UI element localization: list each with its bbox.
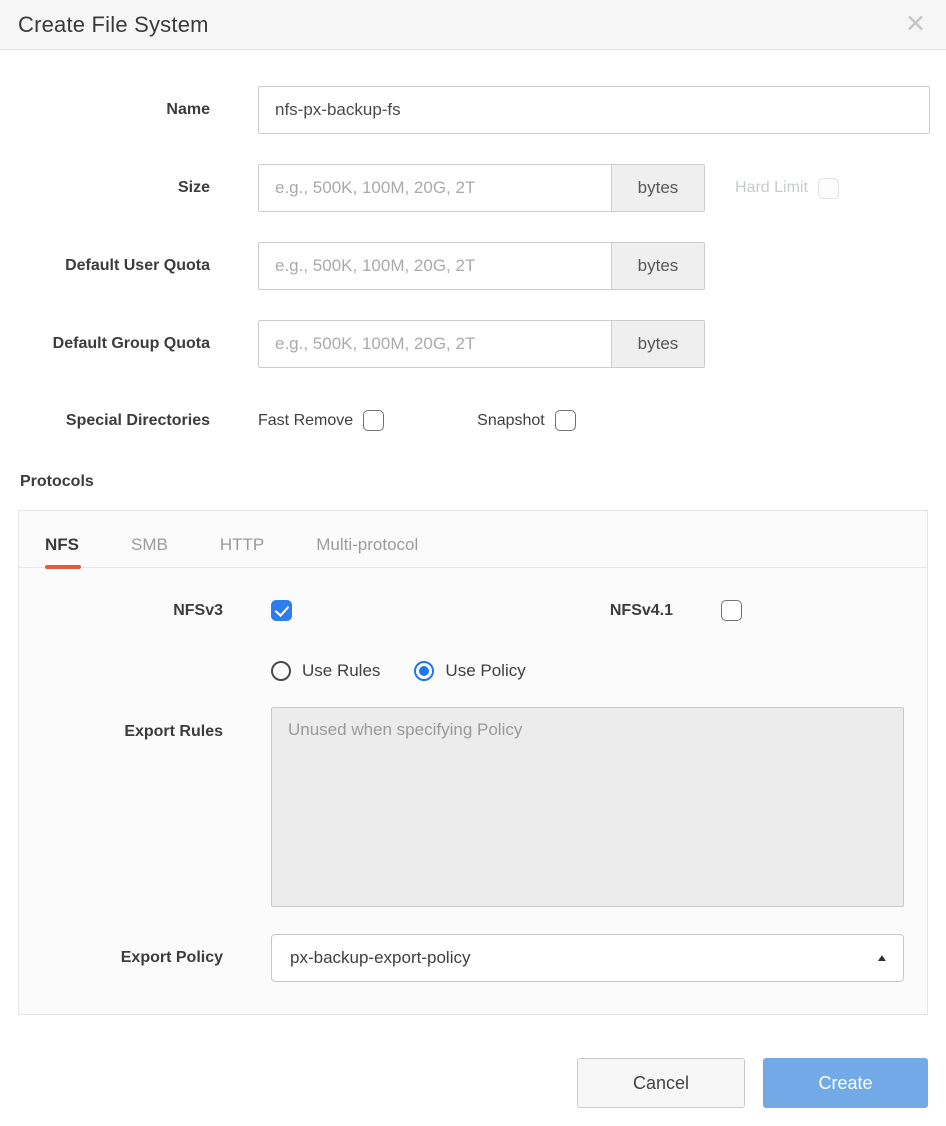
use-policy-label: Use Policy <box>445 661 525 681</box>
export-rules-label: Export Rules <box>19 723 223 741</box>
default-user-quota-input[interactable] <box>258 242 612 290</box>
dialog-header: Create File System ✕ <box>0 0 946 50</box>
dialog-footer: Cancel Create <box>577 1058 928 1108</box>
export-policy-select[interactable]: px-backup-export-policy ▲ <box>271 934 904 982</box>
hard-limit-checkbox[interactable] <box>818 178 839 199</box>
default-group-quota-unit-addon: bytes <box>612 320 705 368</box>
export-rules-textarea[interactable] <box>271 707 904 907</box>
size-unit-addon: bytes <box>612 164 705 212</box>
tab-nfs[interactable]: NFS <box>45 535 79 567</box>
use-rules-option[interactable]: Use Rules <box>271 661 380 681</box>
fast-remove-label: Fast Remove <box>258 412 353 430</box>
export-policy-row: Export Policy px-backup-export-policy ▲ <box>19 934 927 982</box>
default-group-quota-input[interactable] <box>258 320 612 368</box>
use-rules-radio[interactable] <box>271 661 291 681</box>
use-rules-label: Use Rules <box>302 661 380 681</box>
tab-multi-protocol[interactable]: Multi-protocol <box>316 535 418 567</box>
special-directories-label: Special Directories <box>0 412 210 430</box>
tab-smb[interactable]: SMB <box>131 535 168 567</box>
size-label: Size <box>0 179 210 197</box>
create-file-system-dialog: Create File System ✕ Name Size bytes Har… <box>0 0 946 1126</box>
use-policy-radio[interactable] <box>414 661 434 681</box>
export-policy-label: Export Policy <box>19 949 223 967</box>
default-group-quota-row: Default Group Quota bytes <box>0 320 946 368</box>
fast-remove-checkbox[interactable] <box>363 410 384 431</box>
export-mode-row: Use Rules Use Policy <box>271 661 927 681</box>
nfsv41-checkbox[interactable] <box>721 600 742 621</box>
name-row: Name <box>0 86 946 134</box>
hard-limit-label: Hard Limit <box>735 179 808 197</box>
default-user-quota-row: Default User Quota bytes <box>0 242 946 290</box>
default-user-quota-label: Default User Quota <box>0 257 210 275</box>
hard-limit-group: Hard Limit <box>735 178 839 199</box>
caret-up-icon: ▲ <box>875 953 888 964</box>
protocols-label: Protocols <box>20 473 946 491</box>
name-label: Name <box>0 101 210 119</box>
name-input[interactable] <box>258 86 930 134</box>
default-group-quota-label: Default Group Quota <box>0 335 210 353</box>
close-icon[interactable]: ✕ <box>901 10 930 39</box>
default-user-quota-unit-addon: bytes <box>612 242 705 290</box>
nfsv3-checkbox[interactable] <box>271 600 292 621</box>
fast-remove-group: Fast Remove <box>258 410 384 431</box>
protocols-panel: NFS SMB HTTP Multi-protocol NFSv3 NFSv4.… <box>18 510 928 1015</box>
dialog-title: Create File System <box>18 12 209 38</box>
export-rules-row: Export Rules <box>19 707 927 907</box>
cancel-button[interactable]: Cancel <box>577 1058 745 1108</box>
special-directories-row: Special Directories Fast Remove Snapshot <box>0 410 946 431</box>
nfsv3-label: NFSv3 <box>19 602 223 620</box>
nfsv41-label: NFSv4.1 <box>292 602 673 620</box>
snapshot-label: Snapshot <box>477 412 545 430</box>
create-button[interactable]: Create <box>763 1058 928 1108</box>
form-area: Name Size bytes Hard Limit Default User … <box>0 50 946 1015</box>
snapshot-checkbox[interactable] <box>555 410 576 431</box>
nfs-version-row: NFSv3 NFSv4.1 <box>19 600 927 621</box>
protocol-tabs: NFS SMB HTTP Multi-protocol <box>19 511 927 568</box>
use-policy-option[interactable]: Use Policy <box>414 661 525 681</box>
snapshot-group: Snapshot <box>477 410 576 431</box>
export-policy-value: px-backup-export-policy <box>290 948 470 968</box>
tab-http[interactable]: HTTP <box>220 535 264 567</box>
size-row: Size bytes Hard Limit <box>0 164 946 212</box>
size-input[interactable] <box>258 164 612 212</box>
